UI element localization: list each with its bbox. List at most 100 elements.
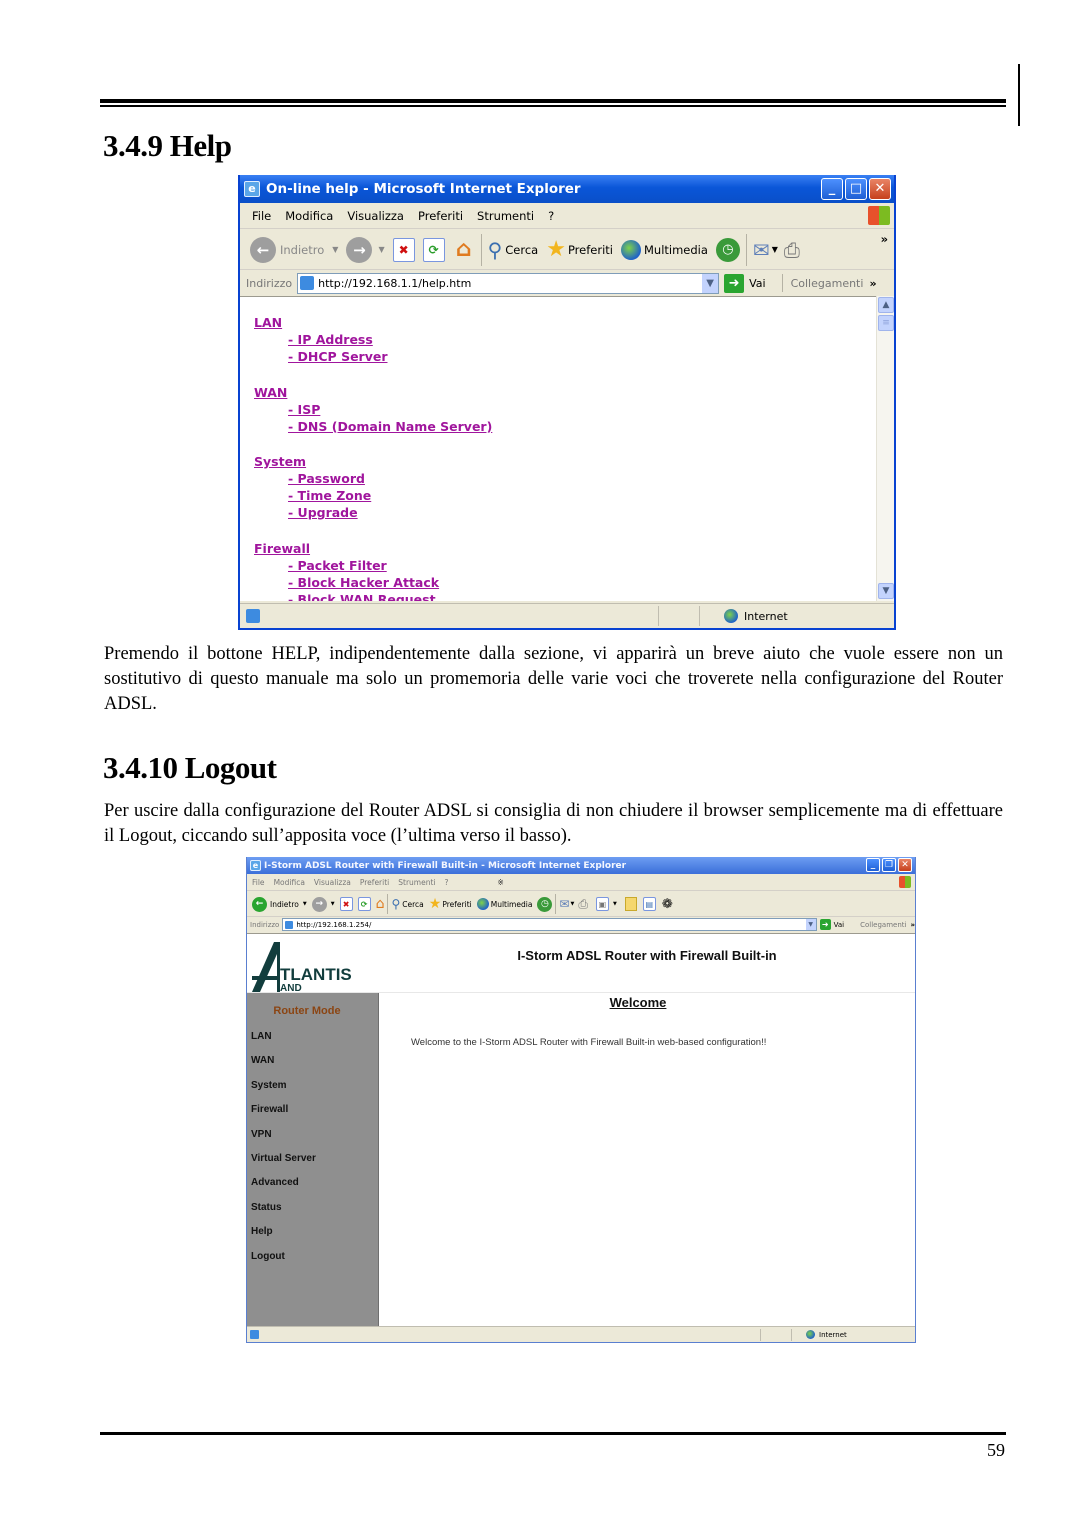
atlantis-logo: TLANTIS AND xyxy=(252,942,352,992)
dropdown-arrow-icon: ▼ xyxy=(612,901,617,907)
menu-preferiti[interactable]: Preferiti xyxy=(418,209,463,223)
toolbar-separator xyxy=(781,274,783,292)
vertical-scrollbar[interactable]: ▲ ≡ ▼ xyxy=(876,296,894,601)
mail-icon[interactable]: ✉ xyxy=(753,238,770,262)
nav-help[interactable]: Help xyxy=(251,1225,316,1249)
messenger-icon[interactable]: ▤ xyxy=(642,897,656,911)
nav-wan[interactable]: WAN xyxy=(251,1054,316,1078)
settings-icon[interactable]: ❁ xyxy=(662,897,673,912)
links-button[interactable]: Collegamenti xyxy=(791,277,864,290)
title-bar: e I-Storm ADSL Router with Firewall Buil… xyxy=(247,857,915,874)
back-button[interactable]: ← Indietro ▼ xyxy=(250,236,338,263)
search-button[interactable]: ⚲ Cerca xyxy=(391,897,423,911)
go-button[interactable]: Vai xyxy=(834,921,844,929)
help-section-link[interactable]: Firewall xyxy=(254,540,492,557)
router-browser-window: e I-Storm ADSL Router with Firewall Buil… xyxy=(246,857,916,1343)
help-topic-link[interactable]: - DNS (Domain Name Server) xyxy=(288,418,492,435)
menu-help[interactable]: ? xyxy=(548,209,554,223)
refresh-icon[interactable]: ⟳ xyxy=(422,237,445,262)
scroll-thumb[interactable]: ≡ xyxy=(878,315,894,331)
media-button[interactable]: Multimedia xyxy=(476,898,532,910)
menu-bar: File Modifica Visualizza Preferiti Strum… xyxy=(240,203,894,229)
toolbar-separator xyxy=(555,894,557,914)
go-arrow-icon[interactable]: ➜ xyxy=(724,273,745,293)
maximize-button[interactable]: □ xyxy=(845,178,867,200)
scroll-down-button[interactable]: ▼ xyxy=(878,583,894,599)
window-title: I-Storm ADSL Router with Firewall Built-… xyxy=(264,860,627,871)
mail-icon[interactable]: ✉ xyxy=(559,897,569,911)
help-section-link[interactable]: WAN xyxy=(254,384,492,401)
address-dropdown-icon[interactable]: ▼ xyxy=(702,273,719,293)
menu-strumenti[interactable]: Strumenti xyxy=(477,209,534,223)
help-topic-link[interactable]: - Password xyxy=(288,470,492,487)
menu-strumenti[interactable]: Strumenti xyxy=(398,878,435,887)
nav-lan[interactable]: LAN xyxy=(251,1030,316,1054)
close-button[interactable]: ✕ xyxy=(869,178,891,200)
restore-button[interactable]: ❐ xyxy=(882,858,896,872)
menu-visualizza[interactable]: Visualizza xyxy=(314,878,351,887)
folder-icon[interactable] xyxy=(624,897,637,911)
favorites-button[interactable]: ★ Preferiti xyxy=(429,896,472,912)
history-icon[interactable]: ◷ xyxy=(715,237,740,262)
minimize-button[interactable]: _ xyxy=(866,858,880,872)
help-section-link[interactable]: LAN xyxy=(254,314,492,331)
print-icon[interactable]: ⎙ xyxy=(578,897,588,912)
links-overflow-icon[interactable]: » xyxy=(910,921,915,929)
help-topic-link[interactable]: - Packet Filter xyxy=(288,557,492,574)
close-button[interactable]: ✕ xyxy=(898,858,912,872)
minimize-button[interactable]: _ xyxy=(821,178,843,200)
search-button[interactable]: ⚲ Cerca xyxy=(488,238,539,262)
history-icon[interactable]: ◷ xyxy=(537,896,553,912)
search-icon: ⚲ xyxy=(487,237,503,262)
links-button[interactable]: Collegamenti xyxy=(860,921,906,929)
help-topic-link[interactable]: - Block WAN Request xyxy=(288,591,492,602)
forward-button[interactable]: → ▼ xyxy=(346,236,385,263)
header-rule-thick xyxy=(100,99,1006,103)
home-icon[interactable]: ⌂ xyxy=(453,237,475,262)
help-topic-link[interactable]: - ISP xyxy=(288,401,492,418)
help-topic-link[interactable]: - Upgrade xyxy=(288,504,492,521)
nav-vpn[interactable]: VPN xyxy=(251,1128,316,1152)
help-topic-link[interactable]: - Block Hacker Attack xyxy=(288,574,492,591)
help-section-link[interactable]: System xyxy=(254,453,492,470)
go-arrow-icon[interactable]: ➜ xyxy=(819,919,831,930)
edit-icon[interactable]: ▣ xyxy=(595,897,609,911)
menu-file[interactable]: File xyxy=(252,209,271,223)
nav-advanced[interactable]: Advanced xyxy=(251,1176,316,1200)
toolbar-overflow-icon[interactable]: » xyxy=(881,232,888,246)
dropdown-arrow-icon: ▼ xyxy=(302,901,307,907)
help-topic-link[interactable]: - Time Zone xyxy=(288,487,492,504)
router-nav: LAN WAN System Firewall VPN Virtual Serv… xyxy=(251,1030,316,1274)
forward-button[interactable]: → ▼ xyxy=(311,896,335,912)
menu-file[interactable]: File xyxy=(252,878,265,887)
address-dropdown-icon[interactable]: ▼ xyxy=(805,919,816,930)
go-button[interactable]: Vai xyxy=(749,277,765,290)
media-button[interactable]: Multimedia xyxy=(620,239,708,260)
menu-modifica[interactable]: Modifica xyxy=(285,209,333,223)
refresh-icon[interactable]: ⟳ xyxy=(357,897,371,911)
scroll-up-button[interactable]: ▲ xyxy=(878,297,894,313)
favorites-button[interactable]: ★ Preferiti xyxy=(546,237,613,262)
stop-icon[interactable]: ✖ xyxy=(339,897,353,911)
links-overflow-icon[interactable]: » xyxy=(869,277,876,290)
print-icon[interactable]: ⎙ xyxy=(784,238,800,262)
nav-logout[interactable]: Logout xyxy=(251,1250,316,1274)
help-topic-link[interactable]: - DHCP Server xyxy=(288,348,492,365)
nav-system[interactable]: System xyxy=(251,1079,316,1103)
address-input[interactable]: http://192.168.1.1/help.htm ▼ xyxy=(297,272,720,294)
menu-visualizza[interactable]: Visualizza xyxy=(347,209,404,223)
title-bar: e On-line help - Microsoft Internet Expl… xyxy=(240,175,894,203)
nav-virtual-server[interactable]: Virtual Server xyxy=(251,1152,316,1176)
nav-status[interactable]: Status xyxy=(251,1201,316,1225)
help-section: LAN - IP Address - DHCP Server xyxy=(254,314,492,365)
footer-rule xyxy=(100,1432,1006,1435)
help-topic-link[interactable]: - IP Address xyxy=(288,331,492,348)
back-button[interactable]: ← Indietro ▼ xyxy=(252,896,307,912)
stop-icon[interactable]: ✖ xyxy=(392,237,415,262)
nav-firewall[interactable]: Firewall xyxy=(251,1103,316,1127)
menu-modifica[interactable]: Modifica xyxy=(274,878,305,887)
menu-help[interactable]: ? xyxy=(445,878,449,887)
menu-preferiti[interactable]: Preferiti xyxy=(360,878,389,887)
home-icon[interactable]: ⌂ xyxy=(376,896,385,912)
address-input[interactable]: http://192.168.1.254/ ▼ xyxy=(282,918,817,931)
